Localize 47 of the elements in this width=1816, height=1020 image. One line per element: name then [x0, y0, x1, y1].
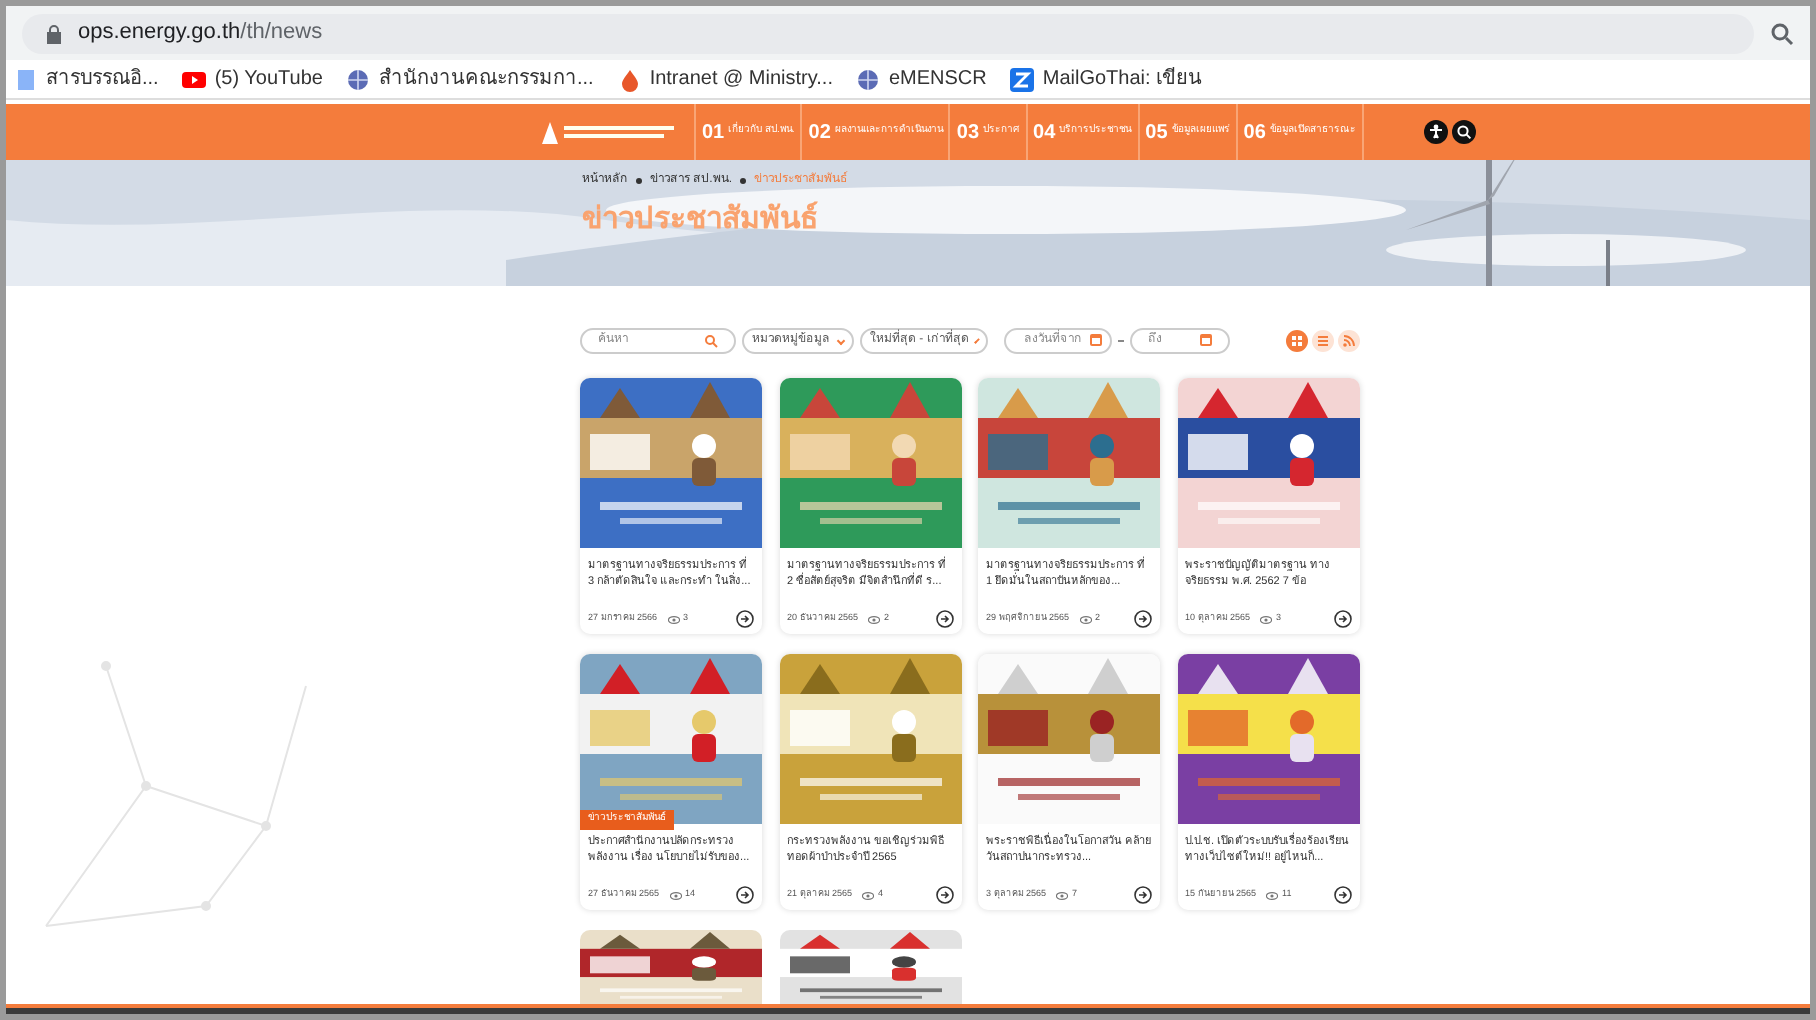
zoom-icon[interactable] [1770, 21, 1794, 45]
bookmark[interactable]: สำนักงานคณะกรรมกา... [346, 64, 594, 94]
lock-icon [46, 23, 62, 43]
ministry-logo-icon[interactable] [538, 118, 678, 146]
eye-icon [1260, 615, 1273, 623]
arrow-circle-icon[interactable] [935, 610, 953, 628]
doc-icon [14, 67, 38, 91]
eye-icon [1079, 615, 1092, 623]
mail-icon [1010, 67, 1035, 91]
arrow-circle-icon[interactable] [1134, 886, 1152, 904]
arrow-circle-icon[interactable] [1134, 610, 1152, 628]
play-icon [182, 67, 207, 91]
eye-icon [1056, 891, 1069, 899]
arrow-circle-icon[interactable] [736, 886, 754, 904]
eye-icon [1266, 891, 1279, 899]
eye-icon [669, 891, 682, 899]
bookmark[interactable]: eMENSCR [856, 64, 987, 94]
page-title: ข่าวประชาสัมพันธ์ [582, 199, 818, 240]
arrow-circle-icon[interactable] [1333, 610, 1351, 628]
caret-icon [836, 335, 846, 345]
globe-icon [346, 67, 371, 91]
globe-icon [856, 67, 881, 91]
eye-icon [667, 615, 680, 623]
accessibility-icon[interactable] [1423, 120, 1448, 144]
view-toggle[interactable] [1338, 329, 1360, 351]
breadcrumb-separator [740, 178, 747, 184]
breadcrumb-separator [636, 178, 642, 184]
bookmark[interactable]: สารบรรณอิ... [14, 64, 159, 94]
view-toggle[interactable] [1286, 329, 1308, 351]
calendar-icon [1090, 334, 1102, 346]
eye-icon [868, 615, 881, 623]
arrow-circle-icon[interactable] [736, 610, 754, 628]
search-icon[interactable] [1451, 120, 1476, 144]
eye-icon [862, 891, 875, 899]
arrow-circle-icon[interactable] [935, 886, 953, 904]
bookmark[interactable]: Intranet @ Ministry... [617, 64, 833, 94]
rss-icon [1338, 329, 1360, 351]
view-toggle[interactable] [1312, 329, 1334, 351]
bookmark[interactable]: (5) YouTube [182, 64, 323, 94]
url-text: ops.energy.go.th/th/news [78, 18, 323, 49]
bookmark[interactable]: MailGoThai: เขียน [1010, 64, 1203, 94]
flame-icon [617, 67, 642, 91]
search-icon [704, 333, 718, 347]
arrow-circle-icon[interactable] [1333, 886, 1351, 904]
caret-icon [974, 337, 981, 343]
address-bar[interactable]: ops.energy.go.th/th/news [22, 13, 1754, 53]
calendar-icon [1200, 334, 1212, 346]
